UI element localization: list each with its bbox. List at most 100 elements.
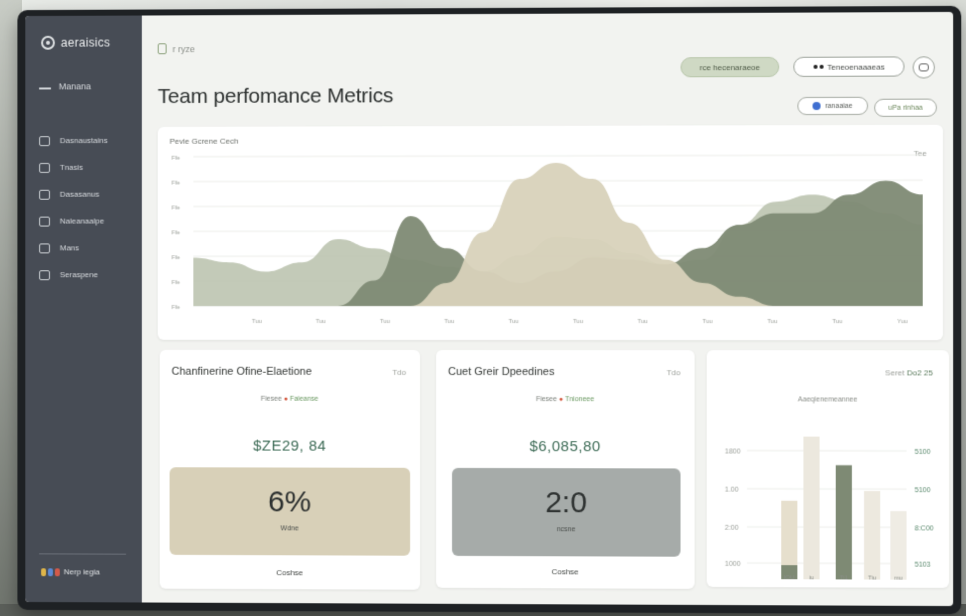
screen: aeraisics Manana Dasnaustains Tnasis Das… [25,12,953,606]
y-tick-left: 1800 [725,448,741,455]
sidebar-item-home[interactable]: Manana [39,81,91,91]
filter-pill-2[interactable]: uPa rinhaa [874,99,937,117]
x-tick-label: Tuu [509,319,519,325]
kpi-corner: Tdo [667,368,681,377]
main-content: r ryze Team perfomance Metrics rce hecen… [142,12,953,606]
x-tick-label: Tuu [252,319,262,325]
kpi-highlight-box: 2:0 ncsne [452,468,680,557]
sidebar-item-label: Dasasanus [60,190,100,199]
sidebar-item-label: Dasnaustains [60,136,108,145]
y-tick-label: Ffe [172,205,181,211]
sidebar-nav: Dasnaustains Tnasis Dasasanus Naleanaalp… [39,127,108,288]
users-icon [813,65,823,69]
sidebar-item-tasks[interactable]: Tnasis [39,154,108,181]
y-tick-right: 5100 [915,487,931,494]
status-pill[interactable]: rce hecenaraeoe [681,57,780,77]
bar[interactable] [864,491,880,580]
document-icon [158,43,167,54]
home-icon [39,83,51,89]
y-tick-label: Ffe [172,255,181,261]
x-tick-label: Tuu [380,319,390,325]
brand-logo[interactable]: aeraisics [41,36,110,50]
bar[interactable] [890,511,906,580]
sidebar-item-reports[interactable]: Dasasanus [39,181,108,208]
y-tick-label: Ffe [172,305,181,311]
sidebar-item-label: Manana [59,81,91,91]
sidebar-footer-label: Nerp iegia [64,567,100,576]
page-title: Team perfomance Metrics [158,84,393,109]
kpi-footer[interactable]: Coshse [436,567,695,577]
kpi-value: $6,085,80 [436,438,695,456]
kpi-value: $ZE29, 84 [160,437,420,454]
bar-chart[interactable]: 1800 5100 1.00 5100 2:00 8:C00 1000 5103 IOU iu Ti… [707,350,949,588]
reports-icon [39,189,50,199]
kpi-box-caption: Wdne [170,525,411,533]
y-tick-right: 8:C00 [915,525,934,532]
kpi-card-1[interactable]: Chanfinerine Ofine-Elaetione Tdo Fiesee … [160,350,420,590]
sidebar-divider [39,553,126,554]
sidebar-item-dashboard[interactable]: Dasnaustains [39,127,108,154]
sidebar-item-analytics[interactable]: Naleanaalpe [39,208,108,235]
y-tick-label: Ffe [172,280,181,286]
breadcrumb[interactable]: r ryze [158,43,195,54]
kpi-sub-a: Fiesee [261,396,282,403]
user-pill[interactable]: Teneoenaaaeas [793,56,904,77]
area-chart[interactable]: Ffe Ffe Ffe Ffe Ffe Ffe Ffe Tuu Tuu Tuu Tuu Tuu Tuu T… [158,125,943,340]
chat-icon [919,63,929,71]
calendar-icon [39,243,50,253]
x-tick-label: Tuu [444,319,454,325]
bar[interactable] [803,437,819,580]
sidebar-item-calendar[interactable]: Mans [39,234,108,261]
sidebar-footer[interactable]: Nerp iegia [41,567,100,576]
grid-line [193,155,922,157]
x-tick-label: Tuu [832,319,842,325]
kpi-sub-a: Fiesee [536,396,557,403]
analytics-icon [39,216,50,226]
message-button[interactable] [913,56,935,78]
x-tick-label: Yuu [897,319,907,325]
y-tick-left: 1000 [725,561,741,568]
user-pill-label: Teneoenaaaeas [827,62,885,71]
x-tick-label: Tuu [702,319,712,325]
x-tick-label: Tuu [316,319,326,325]
filter-pill-label: uPa rinhaa [888,104,922,111]
bar[interactable] [836,465,852,579]
tasks-icon [39,162,50,172]
kpi-title: Cuet Greir Dpeedines [448,366,554,378]
x-tick-label: Tuu [767,319,777,325]
breadcrumb-label: r ryze [173,44,195,54]
y-tick-left: 2:00 [725,525,739,532]
y-tick-label: Ffe [172,230,181,236]
monitor-bezel: aeraisics Manana Dasnaustains Tnasis Das… [17,6,961,614]
globe-icon [813,102,821,110]
flower-logo-icon [41,36,55,50]
x-tick-label: Ti1 [840,575,849,581]
sidebar-item-settings[interactable]: Seraspene [39,261,108,288]
kpi-highlight-box: 6% Wdne [170,467,411,555]
filter-pill-label: ranaaiae [825,102,853,109]
sidebar-item-label: Seraspene [60,270,98,279]
kpi-card-2[interactable]: Cuet Greir Dpeedines Tdo Fiesee ● Tnione… [436,350,695,589]
x-tick-label: mu [894,576,902,582]
kpi-big-number: 2:0 [452,486,680,521]
sidebar-item-label: Mans [60,243,79,252]
team-logo-icon [41,568,60,576]
sidebar: aeraisics Manana Dasnaustains Tnasis Das… [25,16,142,603]
trend-icon: ● [559,396,563,403]
x-tick-label: Tiu [868,575,876,581]
status-pill-label: rce hecenaraeoe [700,62,760,71]
filter-pill-1[interactable]: ranaaiae [797,97,868,115]
x-tick-label: Tuu [573,319,583,325]
kpi-footer[interactable]: Coshse [160,568,420,578]
y-tick-left: 1.00 [725,487,739,494]
settings-icon [39,270,50,280]
trend-icon: ● [284,396,288,403]
sidebar-item-label: Naleanaalpe [60,217,104,226]
kpi-subtitle: Fiesee ● Tnioneee [436,396,695,403]
performance-chart-card: Pevie Gcrene Cech Tee Ffe Ffe Ffe Ffe Ffe Ffe… [158,125,943,340]
grid-line [747,527,907,528]
kpi-title: Chanfinerine Ofine-Elaetione [172,366,312,378]
y-tick-right: 5103 [915,562,931,569]
x-tick-label: iu [809,575,814,581]
x-tick-label: Tuu [638,319,648,325]
